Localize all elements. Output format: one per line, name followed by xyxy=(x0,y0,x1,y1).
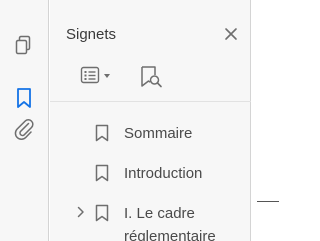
chevron-right-icon[interactable] xyxy=(76,205,86,219)
bookmark-label: I. Le cadre réglementaire xyxy=(124,205,216,241)
panel-divider xyxy=(50,101,251,102)
document-area xyxy=(252,0,279,241)
page-thumbnails-icon[interactable] xyxy=(12,34,36,58)
close-icon[interactable] xyxy=(221,24,241,44)
bookmark-icon xyxy=(95,204,109,222)
bookmark-item-sommaire[interactable]: Sommaire xyxy=(50,121,250,145)
list-options-icon[interactable] xyxy=(80,64,122,88)
bookmark-item-introduction[interactable]: Introduction xyxy=(50,161,250,185)
new-bookmark-icon[interactable] xyxy=(138,64,164,90)
document-rule-line xyxy=(257,201,279,202)
bookmark-item-cadre-reglementaire[interactable]: I. Le cadre réglementaire xyxy=(50,201,250,241)
panel-title: Signets xyxy=(66,26,117,43)
attachment-icon[interactable] xyxy=(12,117,36,141)
bookmark-icon[interactable] xyxy=(12,86,36,110)
bookmark-label: Sommaire xyxy=(124,125,193,142)
bookmarks-panel: Signets Sommaire Introduction I. Le cadr… xyxy=(50,0,251,241)
bookmark-label: Introduction xyxy=(124,165,203,182)
bookmark-icon xyxy=(95,164,109,182)
tool-rail xyxy=(0,0,49,241)
bookmark-icon xyxy=(95,124,109,142)
